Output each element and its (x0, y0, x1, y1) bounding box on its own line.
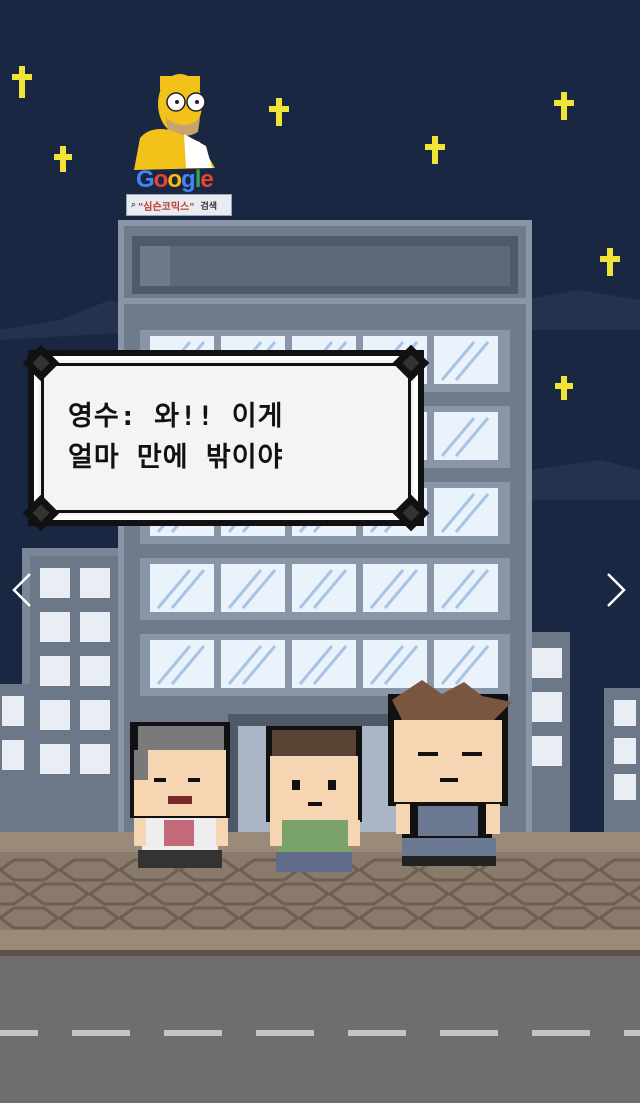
prev-button[interactable] (2, 568, 42, 612)
lane-marking (440, 1030, 498, 1036)
lane-marking (72, 1030, 130, 1036)
lane-marking (0, 1030, 38, 1036)
lane-marking (532, 1030, 590, 1036)
dialog-panel: 영수: 와!! 이게 얼마 만에 밖이야 (34, 356, 418, 520)
dialog-line-2: 얼마 만에 밖이야 (68, 442, 284, 473)
search-icon: ⌕ (131, 200, 137, 210)
lane-marking (348, 1030, 406, 1036)
road (0, 956, 640, 1103)
search-query: "심슨코믹스" (138, 201, 195, 213)
dialog-text: 영수: 와!! 이게 얼마 만에 밖이야 (68, 396, 394, 478)
character-middle (266, 726, 362, 872)
search-badge[interactable]: ⌕ "심슨코믹스" 검색 (126, 194, 232, 216)
dialog-box[interactable]: 영수: 와!! 이게 얼마 만에 밖이야 (22, 344, 430, 532)
character-right (388, 680, 512, 866)
chevron-left-icon (12, 573, 31, 607)
scene-background (0, 0, 640, 1103)
lane-marking (256, 1030, 314, 1036)
google-logo: Google (136, 166, 214, 193)
character-left (130, 722, 230, 868)
chevron-right-icon (607, 573, 626, 607)
lane-marking (624, 1030, 640, 1036)
game-scene: Google ⌕ "심슨코믹스" 검색 영수: 와!! 이게 얼마 만에 밖이야 (0, 0, 640, 1103)
lane-marking (164, 1030, 222, 1036)
search-label: 검색 (200, 201, 218, 212)
dialog-line-1: 영수: 와!! 이게 (68, 401, 284, 432)
next-button[interactable] (596, 568, 636, 612)
